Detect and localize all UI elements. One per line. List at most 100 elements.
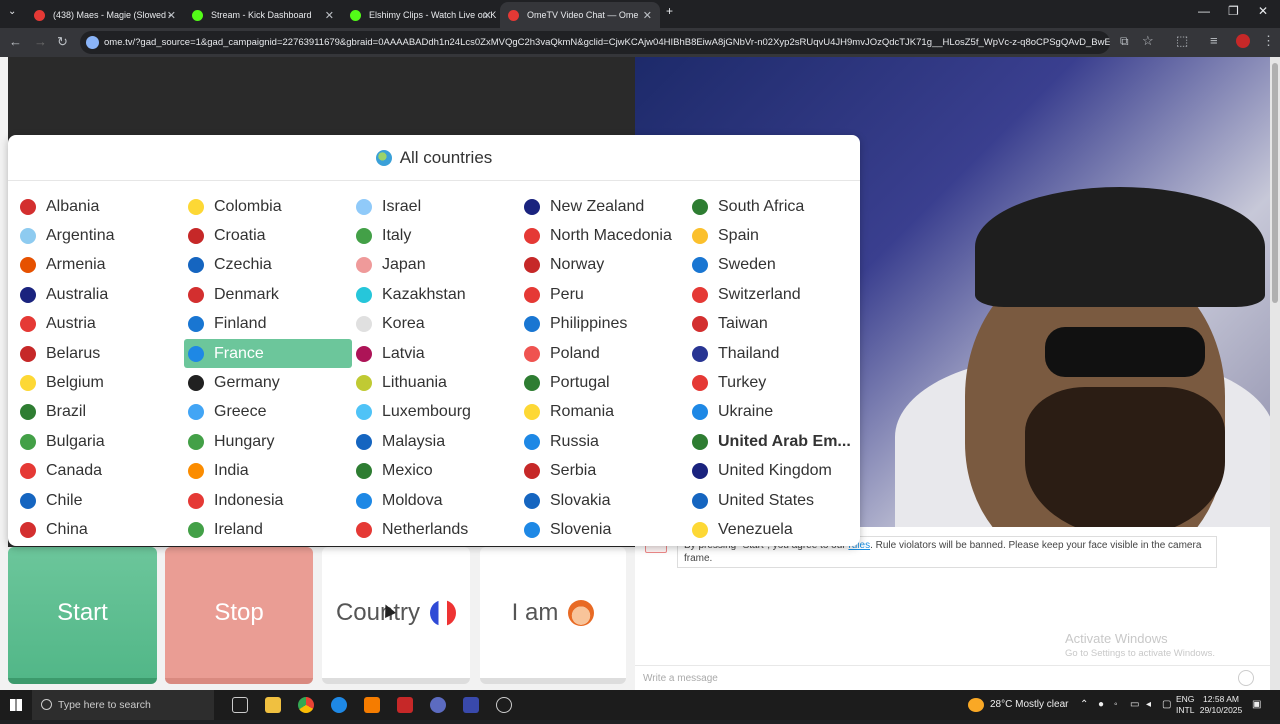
bookmark-star-icon[interactable]: ☆ [1142,33,1154,49]
country-option-germany[interactable]: Germany [184,368,352,397]
mic-icon[interactable]: ● [1098,690,1104,720]
country-option-lithuania[interactable]: Lithuania [352,368,520,397]
country-option-ukraine[interactable]: Ukraine [688,398,856,427]
weather-icon[interactable] [968,698,984,712]
app-icon-orange[interactable] [364,697,380,713]
new-tab-icon[interactable]: + [666,4,673,18]
app-icon-circle[interactable] [496,697,512,713]
discord-icon[interactable] [430,697,446,713]
maximize-icon[interactable]: ❐ [1228,4,1239,18]
stop-button[interactable]: Stop [165,547,313,684]
country-option-canada[interactable]: Canada [16,457,184,486]
country-option-romania[interactable]: Romania [520,398,688,427]
country-option-italy[interactable]: Italy [352,221,520,250]
weather-text[interactable]: 28°C Mostly clear [990,690,1068,720]
country-option-malaysia[interactable]: Malaysia [352,427,520,456]
gender-button[interactable]: I am [480,547,626,684]
cast-icon[interactable]: ⧉ [1120,34,1129,49]
country-option-portugal[interactable]: Portugal [520,368,688,397]
start-button[interactable]: Start [8,547,157,684]
country-option-korea[interactable]: Korea [352,310,520,339]
back-icon[interactable]: ← [9,34,22,49]
forward-icon[interactable]: → [34,34,47,49]
edge-icon[interactable] [331,697,347,713]
country-option-new-zealand[interactable]: New Zealand [520,192,688,221]
country-option-chile[interactable]: Chile [16,486,184,515]
country-option-indonesia[interactable]: Indonesia [184,486,352,515]
close-tab-icon[interactable]: ✕ [643,9,652,22]
country-option-czechia[interactable]: Czechia [184,251,352,280]
battery-icon[interactable]: ▭ [1130,690,1139,720]
country-option-hungary[interactable]: Hungary [184,427,352,456]
country-option-india[interactable]: India [184,457,352,486]
country-option-moldova[interactable]: Moldova [352,486,520,515]
country-option-latvia[interactable]: Latvia [352,339,520,368]
emoji-icon[interactable] [1238,670,1254,686]
display-icon[interactable]: ▢ [1162,690,1171,720]
country-option-belarus[interactable]: Belarus [16,339,184,368]
tab-kick-clips[interactable]: Elshimy Clips - Watch Live on K ✕ [342,2,500,28]
extensions-icon[interactable]: ⬚ [1176,33,1188,49]
close-tab-icon[interactable]: ✕ [325,9,334,22]
country-option-armenia[interactable]: Armenia [16,251,184,280]
notifications-icon[interactable]: ▣ [1252,690,1261,720]
country-option-turkey[interactable]: Turkey [688,368,856,397]
country-option-peru[interactable]: Peru [520,280,688,309]
country-option-netherlands[interactable]: Netherlands [352,515,520,544]
tab-youtube[interactable]: (438) Maes - Magie (Slowed - ✕ [26,2,184,28]
clock[interactable]: 12:58 AM 29/10/2025 [1196,694,1246,716]
tab-kick-dashboard[interactable]: Stream - Kick Dashboard ✕ [184,2,342,28]
country-option-brazil[interactable]: Brazil [16,398,184,427]
country-option-sweden[interactable]: Sweden [688,251,856,280]
country-option-united-arab-em[interactable]: United Arab Em... [688,427,856,456]
country-option-united-states[interactable]: United States [688,486,856,515]
country-option-finland[interactable]: Finland [184,310,352,339]
country-option-france[interactable]: France [184,338,352,369]
tab-ometv[interactable]: OmeTV Video Chat — Ome ✕ [500,2,660,28]
country-option-poland[interactable]: Poland [520,339,688,368]
country-option-bulgaria[interactable]: Bulgaria [16,427,184,456]
windows-start-icon[interactable] [10,699,22,711]
site-info-icon[interactable] [86,36,99,49]
close-window-icon[interactable]: ✕ [1258,4,1268,18]
message-input[interactable]: Write a message [635,665,1270,690]
all-countries-option[interactable]: All countries [8,135,860,181]
network-icon[interactable]: ◦ [1114,690,1118,720]
reload-icon[interactable]: ↻ [57,34,68,50]
country-option-south-africa[interactable]: South Africa [688,192,856,221]
country-option-spain[interactable]: Spain [688,221,856,250]
menu-kebab-icon[interactable]: ⋮ [1262,33,1275,49]
close-tab-icon[interactable]: ✕ [483,9,492,22]
country-option-slovenia[interactable]: Slovenia [520,515,688,544]
task-view-icon[interactable] [232,697,248,713]
profile-avatar[interactable] [1236,34,1250,48]
media-icon[interactable]: ≡ [1210,33,1218,48]
app-icon-blue[interactable] [463,697,479,713]
close-tab-icon[interactable]: ✕ [167,9,176,22]
volume-icon[interactable]: ◂ [1146,690,1151,720]
country-option-russia[interactable]: Russia [520,427,688,456]
country-option-belgium[interactable]: Belgium [16,368,184,397]
country-option-denmark[interactable]: Denmark [184,280,352,309]
file-explorer-icon[interactable] [265,697,281,713]
country-option-japan[interactable]: Japan [352,251,520,280]
country-option-croatia[interactable]: Croatia [184,221,352,250]
app-icon-red[interactable] [397,697,413,713]
country-option-argentina[interactable]: Argentina [16,221,184,250]
tray-chevron-icon[interactable]: ⌃ [1080,690,1088,720]
country-option-north-macedonia[interactable]: North Macedonia [520,221,688,250]
country-option-china[interactable]: China [16,515,184,544]
country-option-austria[interactable]: Austria [16,310,184,339]
tab-search-icon[interactable]: ⌄ [8,6,16,17]
country-option-albania[interactable]: Albania [16,192,184,221]
country-option-ireland[interactable]: Ireland [184,515,352,544]
country-button[interactable]: Country [322,547,470,684]
chrome-icon[interactable] [298,697,314,713]
scrollbar-thumb[interactable] [1272,63,1278,303]
url-input[interactable]: ome.tv/?gad_source=1&gad_campaignid=2276… [80,31,1110,54]
country-option-taiwan[interactable]: Taiwan [688,310,856,339]
country-option-united-kingdom[interactable]: United Kingdom [688,457,856,486]
country-option-philippines[interactable]: Philippines [520,310,688,339]
country-option-colombia[interactable]: Colombia [184,192,352,221]
country-option-israel[interactable]: Israel [352,192,520,221]
